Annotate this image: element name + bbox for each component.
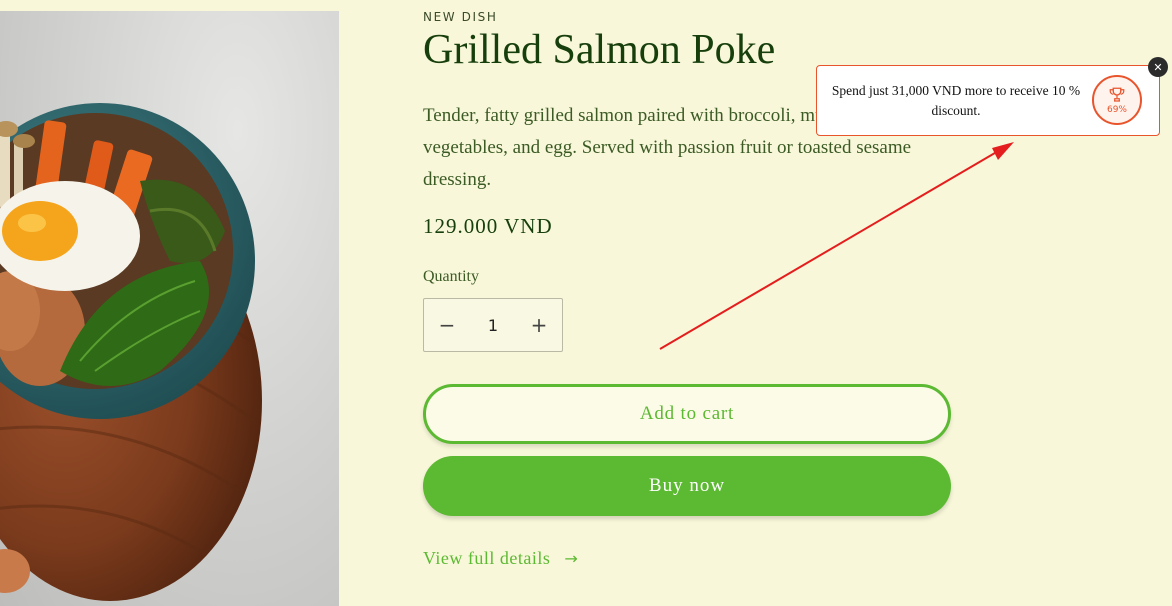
- buy-now-button[interactable]: Buy now: [423, 456, 951, 516]
- product-title: Grilled Salmon Poke: [423, 27, 776, 73]
- close-icon[interactable]: ✕: [1148, 57, 1168, 77]
- discount-progress-badge: 69%: [1092, 75, 1142, 125]
- product-image: [0, 11, 339, 606]
- discount-progress-percent: 69%: [1106, 104, 1127, 115]
- poke-bowl-illustration: [0, 103, 262, 601]
- view-full-details-link[interactable]: View full details →: [423, 548, 578, 569]
- product-eyebrow: NEW DISH: [423, 10, 498, 24]
- trophy-icon: [1109, 87, 1125, 102]
- discount-popup: Spend just 31,000 VND more to receive 10…: [816, 65, 1160, 136]
- add-to-cart-button[interactable]: Add to cart: [423, 384, 951, 444]
- discount-message: Spend just 31,000 VND more to receive 10…: [831, 82, 1081, 118]
- quantity-stepper: − 1 +: [423, 298, 563, 352]
- arrow-right-icon: →: [564, 549, 579, 568]
- view-full-details-label: View full details: [423, 548, 551, 568]
- quantity-input[interactable]: 1: [473, 316, 513, 335]
- minus-icon[interactable]: −: [424, 299, 470, 351]
- plus-icon[interactable]: +: [516, 299, 562, 351]
- quantity-label: Quantity: [423, 268, 479, 285]
- product-price: 129.000 VND: [423, 214, 553, 238]
